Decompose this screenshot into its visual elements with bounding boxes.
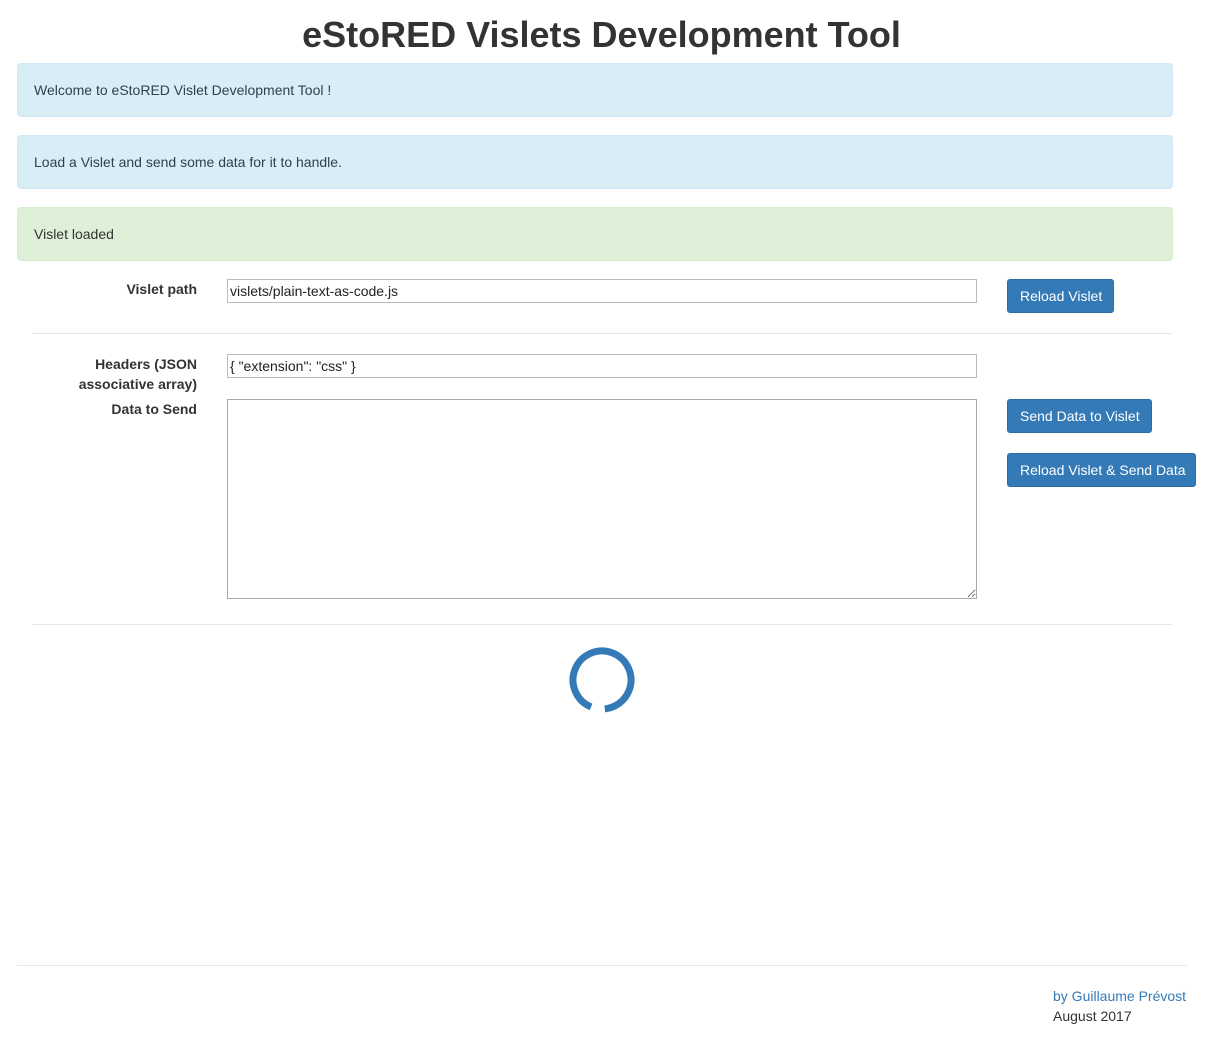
footer-date: August 2017: [1053, 1008, 1132, 1024]
vislet-path-input[interactable]: [227, 279, 977, 303]
headers-label-line2: associative array): [78, 376, 197, 392]
headers-label: Headers (JSON associative array): [40, 354, 197, 394]
loading-spinner-icon: [569, 647, 635, 713]
headers-input[interactable]: [227, 354, 977, 378]
welcome-alert: Welcome to eStoRED Vislet Development To…: [17, 63, 1173, 117]
footer-author-link[interactable]: by Guillaume Prévost: [1053, 986, 1186, 1006]
data-to-send-textarea[interactable]: [227, 399, 977, 599]
reload-vislet-button[interactable]: Reload Vislet: [1007, 279, 1114, 313]
data-to-send-label: Data to Send: [111, 401, 197, 417]
form-divider-top: [32, 333, 1172, 334]
status-alert: Vislet loaded: [17, 207, 1173, 261]
welcome-alert-text: Welcome to eStoRED Vislet Development To…: [34, 82, 332, 98]
form-divider-bottom: [32, 624, 1172, 625]
send-data-button[interactable]: Send Data to Vislet: [1007, 399, 1152, 433]
vislet-path-label: Vislet path: [126, 281, 197, 297]
instructions-alert-text: Load a Vislet and send some data for it …: [34, 154, 342, 170]
footer-divider: [17, 965, 1187, 966]
page-title: eStoRED Vislets Development Tool: [302, 14, 901, 55]
status-alert-text: Vislet loaded: [34, 226, 114, 242]
reload-and-send-button[interactable]: Reload Vislet & Send Data: [1007, 453, 1196, 487]
headers-label-line1: Headers (JSON: [95, 356, 197, 372]
instructions-alert: Load a Vislet and send some data for it …: [17, 135, 1173, 189]
